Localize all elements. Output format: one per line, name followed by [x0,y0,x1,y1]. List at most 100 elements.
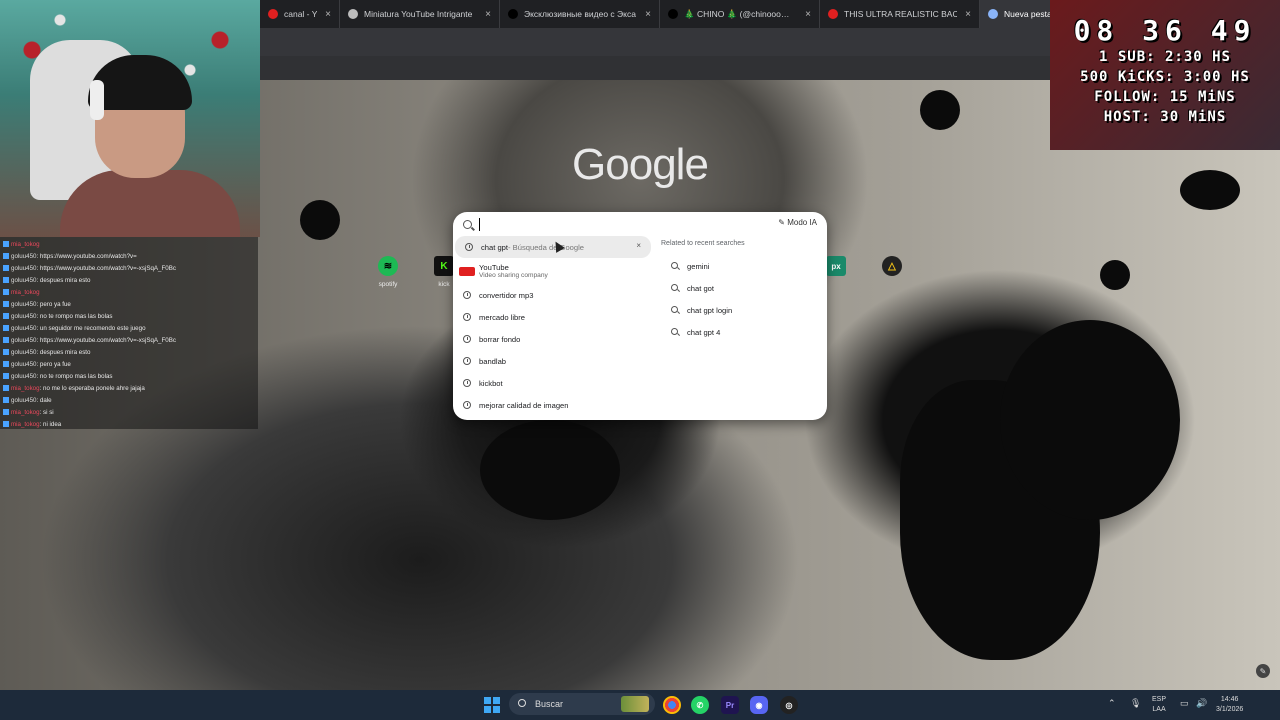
chat-message: goluu450: https://www.youtube.com/watch?… [3,263,255,275]
browser-tab[interactable]: THIS ULTRA REALISTIC BACKRO… × [820,0,980,28]
related-text: gemini [687,261,710,271]
chat-username: mia_tokog [11,409,40,416]
tab-title: canal - YouTube [284,9,317,19]
related-item[interactable]: chat gpt 4 [661,321,821,343]
clock[interactable]: 14:46 3/1/2026 [1216,695,1243,715]
discord-icon[interactable]: ◉ [750,696,768,714]
badge-icon [3,253,9,260]
customize-pencil-icon[interactable]: ✎ [1256,664,1270,678]
tab-close-icon[interactable]: × [485,9,491,20]
suggestion-item[interactable]: borrar fondo [453,328,653,350]
chat-text: : despues mira esto [36,277,91,284]
chat-username: mia_tokog [11,385,40,392]
shortcut-triangle[interactable]: △ [872,256,912,281]
badge-icon [3,385,9,392]
tab-close-icon[interactable]: × [805,9,811,20]
chat-text: : no te rompo mas las bolas [36,313,113,320]
language-bottom: LAA [1152,706,1166,713]
history-icon [463,313,471,321]
badge-icon [3,313,9,320]
badge-icon [3,349,9,356]
chat-username: goluu450 [11,361,37,368]
tab-close-icon[interactable]: × [965,9,971,20]
chat-username: mia_tokog [11,289,40,296]
windows-start-icon[interactable] [484,697,500,713]
timer-clock: 08 36 49 [1073,14,1257,47]
language-top: ESP [1152,696,1167,703]
chat-text: : https://www.youtube.com/watch?v=-xsjSq… [36,337,176,344]
whatsapp-icon[interactable]: ✆ [691,696,709,714]
chat-text: : https://www.youtube.com/watch?v=-xsjSq… [36,265,176,272]
search-input[interactable] [479,218,480,231]
suggestion-item[interactable]: kickbot [453,372,653,394]
remove-suggestion-button[interactable]: × [636,241,641,250]
chat-text: : si si [39,409,54,416]
tab-close-icon[interactable]: × [325,9,331,20]
chat-message: goluu450: no te rompo mas las bolas [3,371,255,383]
chat-username: goluu450 [11,277,37,284]
tab-title: 🎄 CHINO 🎄 (@chinooo… [684,8,790,19]
browser-tab[interactable]: canal - YouTube × [260,0,340,28]
chat-message: goluu450: pero ya fue [3,299,255,311]
ink-splat [1000,320,1180,520]
ink-splat [480,420,620,520]
streamer-body [60,170,240,237]
suggestion-list: chat gpt - Búsqueda de Google × YouTube … [453,236,653,416]
chat-message: mia_tokog [3,239,255,251]
suggestion-item[interactable]: bandlab [453,350,653,372]
browser-tab[interactable]: Miniatura YouTube Intrigante × [340,0,500,28]
shortcut-spotify[interactable]: ≋ spotify [368,256,408,288]
tab-favicon-icon [828,9,838,19]
modo-ia-label: Modo IA [787,218,817,227]
chat-text: : despues mira esto [36,349,91,356]
related-item[interactable]: chat gpt login [661,299,821,321]
premiere-icon[interactable]: Pr [721,696,739,714]
badge-icon [3,277,9,284]
chat-message: mia_tokog: ni idea [3,419,255,431]
related-header: Related to recent searches [661,240,745,247]
chat-message: goluu450: no te rompo mas las bolas [3,311,255,323]
browser-tab[interactable]: Nueva pestaña [980,0,1060,28]
badge-icon [3,361,9,368]
taskbar-search[interactable]: Buscar [509,693,655,715]
related-text: chat gpt 4 [687,327,721,337]
microphone-icon[interactable]: 🎙 [1130,698,1141,708]
youtube-icon [459,267,475,276]
subathon-timer-overlay: 08 36 49 1 SUB: 2:30 HS 500 KiCKS: 3:00 … [1050,0,1280,150]
chat-username: mia_tokog [11,421,40,428]
suggestion-item[interactable]: convertidor mp3 [453,284,653,306]
chrome-icon[interactable] [663,696,681,714]
related-item[interactable]: chat got [661,277,821,299]
chat-text: : ni idea [39,421,62,428]
badge-icon [3,241,9,248]
chat-username: mia_tokog [11,241,40,248]
chat-message: mia_tokog: no me lo esperaba ponele ahre… [3,383,255,395]
suggestion-item[interactable]: mejorar calidad de imagen [453,394,653,416]
suggestion-youtube[interactable]: YouTube Video sharing company [453,258,653,284]
network-icon[interactable]: ▭ [1180,698,1189,708]
chat-message: goluu450: despues mira esto [3,275,255,287]
chat-text: : un seguidor me recomendo este juego [36,325,146,332]
tab-title: Nueva pestaña [1004,9,1051,19]
related-item[interactable]: gemini [661,255,821,277]
timer-rule: 1 SUB: 2:30 HS [1098,49,1231,65]
chat-username: goluu450 [11,397,37,404]
browser-tab[interactable]: Эксклюзивные видео с Экса… × [500,0,660,28]
tab-title: Miniatura YouTube Intrigante [364,9,473,19]
browser-tab[interactable]: 🎄 CHINO 🎄 (@chinooo… × [660,0,820,28]
chevron-up-icon[interactable]: ⌃ [1108,698,1116,708]
omnibox-dropdown: ✎ Modo IA chat gpt - Búsqueda de Google … [453,212,827,420]
triangle-icon: △ [882,256,902,276]
suggestion-item[interactable]: mercado libre [453,306,653,328]
badge-icon [3,409,9,416]
volume-icon[interactable]: 🔊 [1196,698,1207,708]
modo-ia-button[interactable]: ✎ Modo IA [778,218,817,227]
language-indicator[interactable]: ESP LAA [1152,695,1166,715]
badge-icon [3,289,9,296]
chat-message: mia_tokog [3,287,255,299]
history-icon [463,379,471,387]
tab-close-icon[interactable]: × [645,9,651,20]
related-searches: Related to recent searches gemini chat g… [661,240,821,343]
obs-icon[interactable]: ◎ [780,696,798,714]
chat-text: : pero ya fue [36,301,71,308]
